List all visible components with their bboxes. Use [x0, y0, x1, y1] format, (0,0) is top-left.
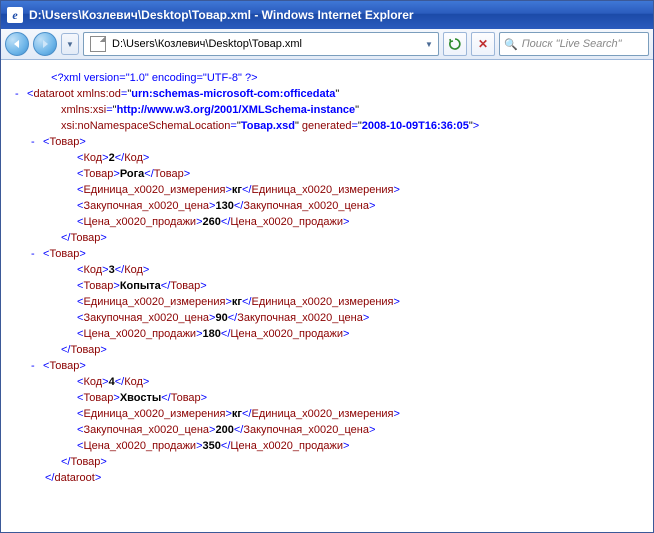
window-title: D:\Users\Козлевич\Desktop\Товар.xml - Wi… [29, 8, 647, 22]
stop-button[interactable]: ✕ [471, 32, 495, 56]
page-icon [90, 36, 106, 52]
title-bar: e D:\Users\Козлевич\Desktop\Товар.xml - … [1, 1, 653, 29]
recent-pages-dropdown[interactable]: ▼ [61, 33, 79, 55]
arrow-left-icon [12, 39, 22, 49]
forward-button[interactable] [33, 32, 57, 56]
refresh-icon [448, 37, 462, 51]
ie-icon: e [7, 7, 23, 23]
toggle-icon[interactable]: - [31, 358, 43, 374]
refresh-button[interactable] [443, 32, 467, 56]
search-bar[interactable]: 🔍 [499, 32, 649, 56]
nav-bar: ▼ ▼ ✕ 🔍 [1, 29, 653, 60]
address-input[interactable] [110, 37, 422, 51]
arrow-right-icon [40, 39, 50, 49]
toggle-icon[interactable]: - [15, 86, 27, 102]
address-dropdown-icon[interactable]: ▼ [422, 40, 436, 49]
search-input[interactable] [520, 37, 654, 51]
toggle-icon[interactable]: - [31, 246, 43, 262]
search-icon: 🔍 [504, 38, 518, 51]
stop-icon: ✕ [478, 37, 488, 51]
xml-view: <?xml version="1.0" encoding="UTF-8" ?>-… [1, 60, 653, 532]
address-bar[interactable]: ▼ [83, 32, 439, 56]
toggle-icon[interactable]: - [31, 134, 43, 150]
back-button[interactable] [5, 32, 29, 56]
ie-window: e D:\Users\Козлевич\Desktop\Товар.xml - … [0, 0, 654, 533]
